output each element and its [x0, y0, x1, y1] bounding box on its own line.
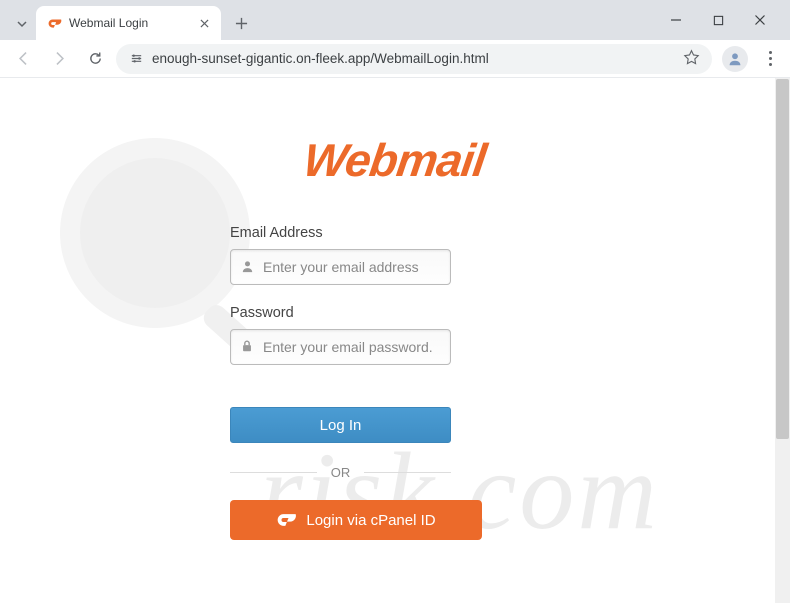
dots-icon: [769, 51, 772, 54]
password-input[interactable]: [230, 329, 451, 365]
login-form: Webmail Email Address Password Log In: [230, 133, 560, 540]
nav-back-button[interactable]: [8, 44, 38, 74]
cpanel-favicon-icon: [46, 15, 62, 31]
close-icon: [200, 19, 209, 28]
tab-search-dropdown[interactable]: [8, 8, 36, 40]
divider: OR: [230, 465, 451, 480]
nav-reload-button[interactable]: [80, 44, 110, 74]
browser-toolbar: enough-sunset-gigantic.on-fleek.app/Webm…: [0, 40, 790, 78]
url-text: enough-sunset-gigantic.on-fleek.app/Webm…: [152, 51, 675, 66]
divider-text: OR: [317, 465, 365, 480]
browser-menu-button[interactable]: [758, 51, 782, 66]
new-tab-button[interactable]: [227, 9, 255, 37]
window-minimize-button[interactable]: [664, 8, 688, 32]
page-viewport: risk.com Webmail Email Address Password: [0, 78, 790, 603]
reload-icon: [87, 50, 104, 67]
window-close-button[interactable]: [748, 8, 772, 32]
login-button[interactable]: Log In: [230, 407, 451, 443]
star-icon: [683, 49, 700, 66]
cpanel-login-button[interactable]: Login via cPanel ID: [230, 500, 482, 540]
plus-icon: [235, 17, 248, 30]
scrollbar[interactable]: [775, 78, 790, 603]
webmail-logo: Webmail: [230, 133, 560, 187]
close-icon: [754, 14, 766, 26]
tab-close-button[interactable]: [197, 16, 211, 30]
email-input[interactable]: [230, 249, 451, 285]
browser-tab-strip: Webmail Login: [0, 0, 790, 40]
person-icon: [726, 50, 744, 68]
profile-button[interactable]: [722, 46, 748, 72]
site-settings-icon[interactable]: [128, 51, 144, 67]
arrow-right-icon: [51, 50, 68, 67]
arrow-left-icon: [15, 50, 32, 67]
password-label: Password: [230, 305, 560, 321]
browser-tab-active[interactable]: Webmail Login: [36, 6, 221, 40]
window-maximize-button[interactable]: [706, 8, 730, 32]
minimize-icon: [670, 14, 682, 26]
maximize-icon: [713, 15, 724, 26]
cpanel-button-label: Login via cPanel ID: [306, 512, 435, 529]
scrollbar-thumb[interactable]: [776, 79, 789, 439]
cpanel-icon: [276, 510, 296, 530]
nav-forward-button[interactable]: [44, 44, 74, 74]
lock-icon: [240, 339, 256, 355]
email-label: Email Address: [230, 225, 560, 241]
address-bar[interactable]: enough-sunset-gigantic.on-fleek.app/Webm…: [116, 44, 712, 74]
tab-title: Webmail Login: [69, 16, 190, 30]
chevron-down-icon: [16, 18, 28, 30]
person-icon: [240, 259, 256, 275]
bookmark-button[interactable]: [683, 49, 700, 69]
